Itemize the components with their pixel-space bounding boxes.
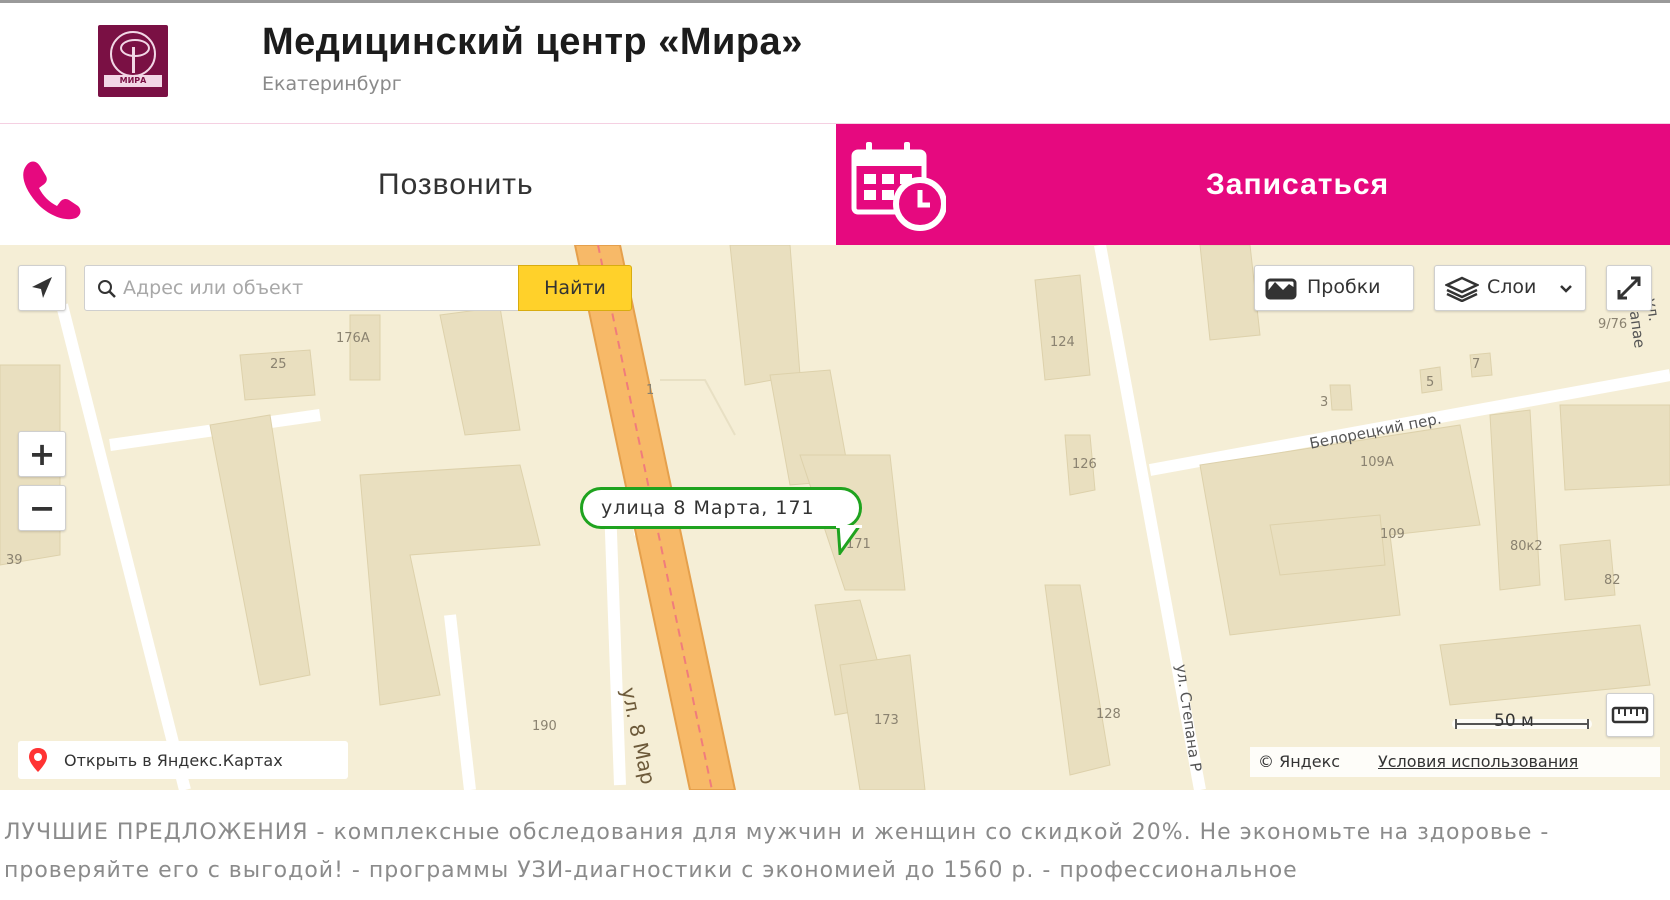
building-number: 7: [1472, 357, 1481, 372]
navigation-arrow-icon: [32, 277, 52, 298]
traffic-button[interactable]: Пробки: [1254, 265, 1414, 311]
building-number: 25: [270, 357, 287, 372]
building-number: 124: [1050, 335, 1075, 350]
search-box: [84, 265, 520, 311]
building-number: 109: [1380, 527, 1405, 542]
building-number: 176А: [336, 331, 370, 346]
zoom-in-button[interactable]: +: [18, 431, 66, 477]
yandex-copyright: © Яндекс: [1258, 752, 1341, 771]
scale-bar: 50 м: [1452, 705, 1592, 739]
logo-text: МИРА: [104, 75, 162, 87]
callout-tail: [836, 525, 862, 555]
open-in-yandex-label: Открыть в Яндекс.Картах: [64, 751, 283, 770]
tree-icon: [110, 31, 156, 77]
map-copyright: © Яндекс Условия использования: [1250, 747, 1660, 777]
building-number: 109А: [1360, 455, 1394, 470]
building-number: 9/76: [1598, 317, 1628, 332]
address-callout[interactable]: улица 8 Марта, 171: [580, 487, 862, 529]
building-number: 173: [874, 713, 899, 728]
layers-label: Слои: [1487, 276, 1537, 298]
book-appointment-button[interactable]: Записаться: [836, 124, 1670, 246]
map[interactable]: 176А 25 39 124 126 3 5 7 9/76 109А 109 8…: [0, 245, 1670, 790]
search-icon: [98, 280, 116, 298]
traffic-label: Пробки: [1307, 276, 1381, 298]
minus-icon: −: [28, 489, 56, 527]
building-number: 80к2: [1510, 539, 1543, 554]
locate-button[interactable]: [18, 265, 66, 311]
expand-icon: [1617, 276, 1641, 300]
call-label: Позвонить: [378, 168, 534, 201]
scale-label: 50 м: [1494, 711, 1534, 731]
page-title: Медицинский центр «Мира»: [262, 21, 803, 63]
city-label: Екатеринбург: [262, 73, 402, 95]
calendar-clock-icon: [851, 142, 946, 231]
promo-description: ЛУЧШИЕ ПРЕДЛОЖЕНИЯ - комплексные обследо…: [4, 820, 1550, 883]
ruler-icon: [1611, 706, 1649, 724]
zoom-out-button[interactable]: −: [18, 485, 66, 531]
open-in-yandex-maps-link[interactable]: Открыть в Яндекс.Картах: [18, 741, 348, 779]
book-label: Записаться: [1206, 168, 1390, 201]
phone-icon: [23, 161, 81, 220]
building-number: 190: [532, 719, 557, 734]
terms-of-use-link[interactable]: Условия использования: [1378, 752, 1578, 771]
building-number: 126: [1072, 457, 1097, 472]
building-number: 82: [1604, 573, 1621, 588]
chevron-down-icon: [1560, 285, 1572, 293]
header: МИРА Медицинский центр «Мира» Екатеринбу…: [0, 3, 1670, 123]
call-button[interactable]: Позвонить: [0, 124, 836, 246]
traffic-icon: [1265, 278, 1297, 300]
building-number: 39: [6, 553, 23, 568]
map-pin-icon: [29, 748, 47, 772]
action-bar: Позвонить Записаться: [0, 123, 1670, 246]
fullscreen-button[interactable]: [1606, 265, 1652, 311]
layers-icon: [1445, 276, 1479, 302]
ruler-button[interactable]: [1606, 693, 1654, 737]
clinic-logo: МИРА: [98, 25, 168, 97]
building-number: 3: [1320, 395, 1329, 410]
building-number: 128: [1096, 707, 1121, 722]
building-number: 1: [646, 383, 655, 398]
building-number: 5: [1426, 375, 1435, 390]
layers-button[interactable]: Слои: [1434, 265, 1586, 311]
search-input[interactable]: [123, 272, 513, 304]
callout-address: улица 8 Марта, 171: [601, 497, 815, 519]
plus-icon: +: [28, 435, 56, 473]
find-button[interactable]: Найти: [518, 265, 632, 311]
